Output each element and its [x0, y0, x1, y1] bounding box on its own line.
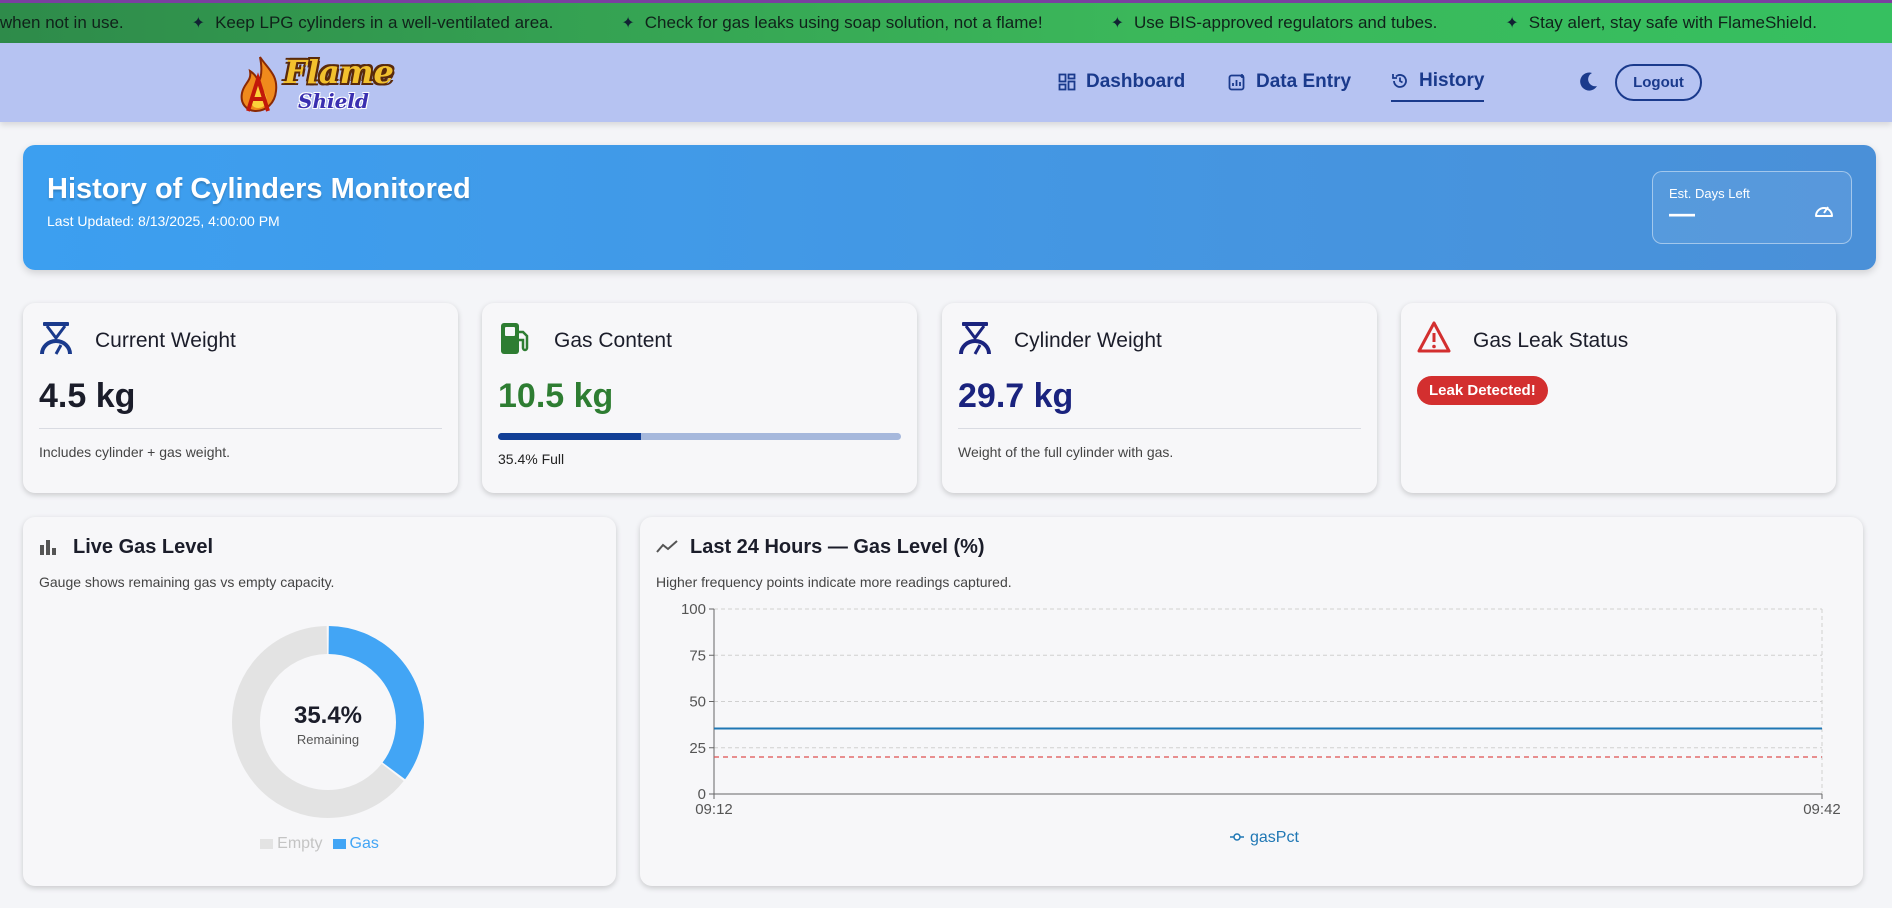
top-navbar: Flame Shield Dashboard Data Entry Histor… — [0, 43, 1892, 122]
logo-word-flame: Flame — [284, 53, 394, 91]
current-weight-note: Includes cylinder + gas weight. — [39, 444, 231, 460]
legend-label-empty: Empty — [277, 835, 323, 852]
live-gas-level-title: Live Gas Level — [73, 536, 214, 558]
sparkle-icon: ✦ — [191, 15, 206, 32]
gas-content-card: Gas Content 10.5 kg 35.4% Full — [482, 303, 917, 493]
history-icon — [1392, 74, 1407, 88]
legend-swatch — [332, 839, 346, 849]
gas-content-progress-fill — [498, 433, 641, 440]
gas-level-history-title: Last 24 Hours — Gas Level (%) — [690, 536, 985, 558]
legend-label-gaspct[interactable]: gasPct — [1250, 829, 1299, 846]
page-header-banner: History of Cylinders Monitored Last Upda… — [23, 145, 1876, 270]
ticker-item: or when not in use. — [0, 13, 124, 32]
current-weight-card: Current Weight 4.5 kg Includes cylinder … — [23, 303, 458, 493]
days-left-widget: Est. Days Left — — [1652, 171, 1852, 244]
sparkle-icon: ✦ — [621, 15, 635, 32]
gas-level-history-panel: Last 24 Hours — Gas Level (%) Higher fre… — [640, 517, 1863, 886]
nav-dashboard-label: Dashboard — [1086, 71, 1186, 92]
gas-content-value: 10.5 kg — [498, 377, 614, 415]
current-weight-title: Current Weight — [95, 329, 236, 352]
cylinder-weight-card: Cylinder Weight 29.7 kg Weight of the fu… — [942, 303, 1377, 493]
y-tick-label: 75 — [689, 647, 706, 664]
gas-leak-title: Gas Leak Status — [1473, 329, 1629, 352]
legend-marker — [1233, 833, 1241, 841]
gauge-center-value: 35.4% — [294, 702, 362, 729]
live-gas-level-panel: Live Gas Level Gauge shows remaining gas… — [23, 517, 616, 886]
gas-leak-status-card: Gas Leak Status Leak Detected! — [1401, 303, 1836, 493]
sparkle-icon: ✦ — [1505, 15, 1519, 32]
ticker-item: ✦ Check for gas leaks using soap solution… — [621, 13, 1043, 32]
bar-chart-icon — [40, 540, 56, 555]
safety-ticker: or when not in use. ✦Keep LPG cylinders … — [0, 0, 1892, 43]
gas-content-percent: 35.4% Full — [498, 451, 565, 467]
y-tick-label: 50 — [689, 694, 706, 711]
cylinder-weight-value: 29.7 kg — [958, 377, 1074, 415]
leak-status-badge: Leak Detected! — [1417, 376, 1548, 405]
ticker-item: ✦ Use BIS-approved regulators and tubes. — [1110, 13, 1438, 32]
divider — [39, 428, 442, 429]
page-title: History of Cylinders Monitored — [47, 173, 471, 205]
trend-line-icon — [656, 540, 678, 553]
gauge-center-label: Remaining — [297, 732, 359, 747]
dashboard-icon — [1058, 73, 1076, 91]
gas-gauge-donut: 35.4% Remaining — [232, 626, 424, 818]
chart-add-icon — [1228, 74, 1245, 91]
ticker-item: ✦ Stay alert, stay safe with FlameShield. — [1505, 13, 1817, 32]
legend-item-empty[interactable]: Empty — [260, 835, 323, 853]
divider — [958, 428, 1361, 429]
x-tick-label: 09:12 — [695, 801, 733, 818]
speedometer-icon — [1815, 206, 1833, 217]
x-tick-label: 09:42 — [1803, 801, 1841, 818]
legend-label-gas: Gas — [349, 835, 379, 852]
y-tick-label: 25 — [689, 740, 706, 757]
ticker-item: ✦ Keep LPG cylinders in a well-ventilated… — [191, 13, 554, 32]
cylinder-weight-note: Weight of the full cylinder with gas. — [958, 444, 1174, 460]
warning-icon — [1417, 321, 1451, 353]
scale-icon — [40, 322, 72, 355]
nav-data-entry-label: Data Entry — [1256, 71, 1352, 92]
y-tick-label: 100 — [681, 601, 706, 618]
current-weight-value: 4.5 kg — [39, 377, 136, 415]
nav-dashboard[interactable]: Dashboard — [1058, 67, 1185, 97]
last-updated-text: Last Updated: 8/13/2025, 4:00:00 PM — [47, 213, 280, 229]
flameshield-logo[interactable]: Flame Shield — [238, 51, 394, 115]
gas-content-progress-bar — [498, 433, 901, 440]
nav-history-label: History — [1419, 70, 1485, 91]
live-gas-level-subtitle: Gauge shows remaining gas vs empty capac… — [39, 574, 335, 590]
dark-mode-toggle-icon[interactable] — [1576, 70, 1600, 94]
flame-logo-icon — [240, 56, 278, 113]
fuel-pump-icon — [501, 323, 529, 354]
gas-level-history-subtitle: Higher frequency points indicate more re… — [656, 574, 1012, 590]
gas-content-title: Gas Content — [554, 329, 672, 352]
nav-data-entry[interactable]: Data Entry — [1228, 67, 1351, 97]
next-section-edge — [23, 900, 1876, 908]
nav-history[interactable]: History — [1391, 62, 1485, 102]
legend-swatch — [260, 839, 274, 849]
logout-button[interactable]: Logout — [1615, 64, 1702, 101]
sparkle-icon: ✦ — [1110, 15, 1125, 32]
days-left-value: — — [1669, 198, 1695, 228]
gauge-legend: Empty Gas — [23, 835, 616, 853]
cylinder-weight-title: Cylinder Weight — [1014, 329, 1162, 352]
scale-icon — [959, 322, 991, 355]
legend-item-gas[interactable]: Gas — [332, 835, 379, 853]
gas-level-line-chart: 025507510009:12 09:42gasPct — [681, 601, 1841, 846]
logo-word-shield: Shield — [298, 89, 369, 113]
